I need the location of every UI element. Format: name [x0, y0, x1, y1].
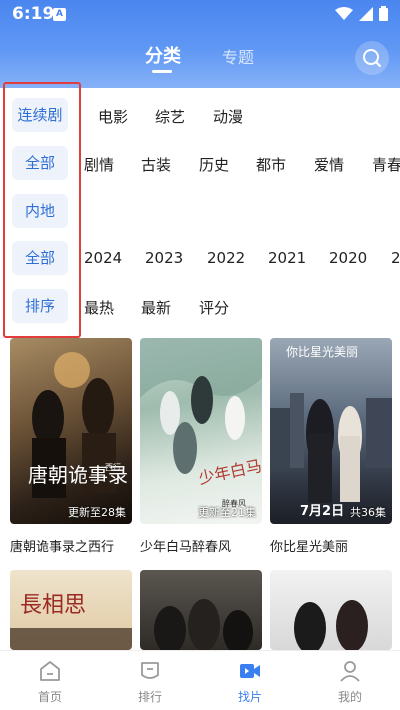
nav-ranking[interactable]: 排行 [100, 651, 200, 710]
filter-year-selected[interactable]: 全部 [12, 241, 68, 275]
bottom-nav: 首页 排行 找片 我的 [0, 650, 400, 710]
filter-year-option[interactable]: 2023 [145, 249, 183, 267]
poster-title-text: 少年白马 [197, 456, 262, 488]
top-tabs: 分类 专题 [0, 40, 400, 76]
active-tab-indicator [152, 70, 172, 73]
video-card[interactable]: 唐朝诡事录 西行 更新至28集 唐朝诡事录之西行 [10, 338, 132, 555]
filter-sort-selected[interactable]: 排序 [12, 289, 68, 323]
episode-badge: 更新至21集 [198, 506, 256, 519]
status-bar: 6:19 A [0, 0, 400, 28]
filter-row-genre: 全部 剧情 古装 历史 都市 爱情 青春 [0, 146, 400, 182]
status-icons [335, 6, 388, 21]
poster-image: 唐朝诡事录 西行 更新至28集 [10, 338, 132, 524]
poster-title-text: 你比星光美丽 [286, 345, 358, 359]
filter-region-selected[interactable]: 内地 [12, 194, 68, 228]
battery-icon [379, 6, 388, 21]
episode-badge: 更新至28集 [68, 506, 126, 519]
nav-discover-label: 找片 [237, 690, 262, 704]
card-title: 你比星光美丽 [270, 540, 349, 555]
video-card[interactable]: 少年白马 醉春风 更新至21集 少年白马醉春风 [140, 338, 262, 555]
filter-genre-option[interactable]: 剧情 [84, 154, 114, 175]
poster-art: 少年白马 醉春风 [140, 338, 262, 508]
poster-art [294, 600, 368, 650]
filter-type-option[interactable]: 电影 [98, 106, 128, 127]
video-card[interactable] [140, 570, 262, 650]
filter-year-option[interactable]: 2022 [207, 249, 245, 267]
poster-title-text: 長相思 [20, 593, 86, 618]
filter-genre-option[interactable]: 都市 [256, 154, 286, 175]
filter-type-selected[interactable]: 连续剧 [12, 98, 68, 132]
sort-option[interactable]: 评分 [199, 297, 229, 318]
tab-category[interactable]: 分类 [145, 42, 181, 68]
ranking-icon [141, 662, 159, 679]
video-card[interactable] [270, 570, 392, 650]
signal-icon [359, 6, 373, 21]
poster-art: 你比星光美丽 7月2日 [270, 345, 392, 519]
sort-option[interactable]: 最热 [84, 297, 114, 318]
filter-row-type: 连续剧 电影 综艺 动漫 [0, 98, 400, 134]
poster-image: 少年白马 醉春风 更新至21集 [140, 338, 262, 524]
filter-type-option[interactable]: 综艺 [155, 106, 185, 127]
filter-genre-option[interactable]: 爱情 [314, 154, 344, 175]
tab-topics[interactable]: 专题 [222, 44, 254, 68]
video-card[interactable]: 長相思 [10, 570, 132, 650]
nav-ranking-label: 排行 [137, 690, 162, 704]
nav-home-label: 首页 [37, 690, 62, 704]
status-time: 6:19 [12, 4, 55, 24]
filter-year-option[interactable]: 2024 [84, 249, 122, 267]
search-button[interactable] [355, 41, 389, 75]
user-icon [340, 661, 360, 682]
nav-home[interactable]: 首页 [0, 651, 100, 710]
nav-discover[interactable]: 找片 [200, 651, 300, 710]
filter-genre-option[interactable]: 古装 [141, 154, 171, 175]
header: 6:19 A 分类 专题 [0, 0, 400, 88]
video-camera-icon [240, 664, 260, 678]
filter-genre-option[interactable]: 历史 [199, 154, 229, 175]
video-card[interactable]: 你比星光美丽 7月2日 共36集 你比星光美丽 [270, 338, 392, 555]
poster-image: 長相思 [10, 570, 132, 650]
filter-type-option[interactable]: 动漫 [213, 106, 243, 127]
poster-art [154, 599, 253, 650]
filter-year-option[interactable]: 2020 [329, 249, 367, 267]
filter-row-year: 全部 2024 2023 2022 2021 2020 2 [0, 241, 400, 277]
poster-date-text: 7月2日 [300, 504, 344, 519]
filter-genre-selected[interactable]: 全部 [12, 146, 68, 180]
filter-genre-option[interactable]: 青春 [372, 154, 400, 175]
sort-option[interactable]: 最新 [141, 297, 171, 318]
wifi-icon [335, 6, 353, 20]
poster-image [140, 570, 262, 650]
episode-badge: 共36集 [350, 506, 386, 519]
filter-row-sort: 排序 最热 最新 评分 [0, 289, 400, 325]
filter-row-region: 内地 [0, 194, 400, 230]
nav-profile-label: 我的 [337, 690, 362, 704]
poster-subtitle-text: 西行 [105, 462, 121, 472]
poster-art: 唐朝诡事录 西行 [28, 352, 128, 498]
poster-image [270, 570, 392, 650]
nav-profile[interactable]: 我的 [300, 651, 400, 710]
poster-image: 你比星光美丽 7月2日 共36集 [270, 338, 392, 524]
search-icon [363, 49, 381, 67]
home-icon [40, 661, 60, 681]
notification-icon: A [53, 8, 66, 21]
card-title: 少年白马醉春风 [140, 540, 232, 555]
poster-art: 長相思 [10, 593, 132, 650]
filter-year-option[interactable]: 2021 [268, 249, 306, 267]
filter-year-option[interactable]: 2 [391, 249, 400, 267]
card-title: 唐朝诡事录之西行 [10, 540, 115, 555]
